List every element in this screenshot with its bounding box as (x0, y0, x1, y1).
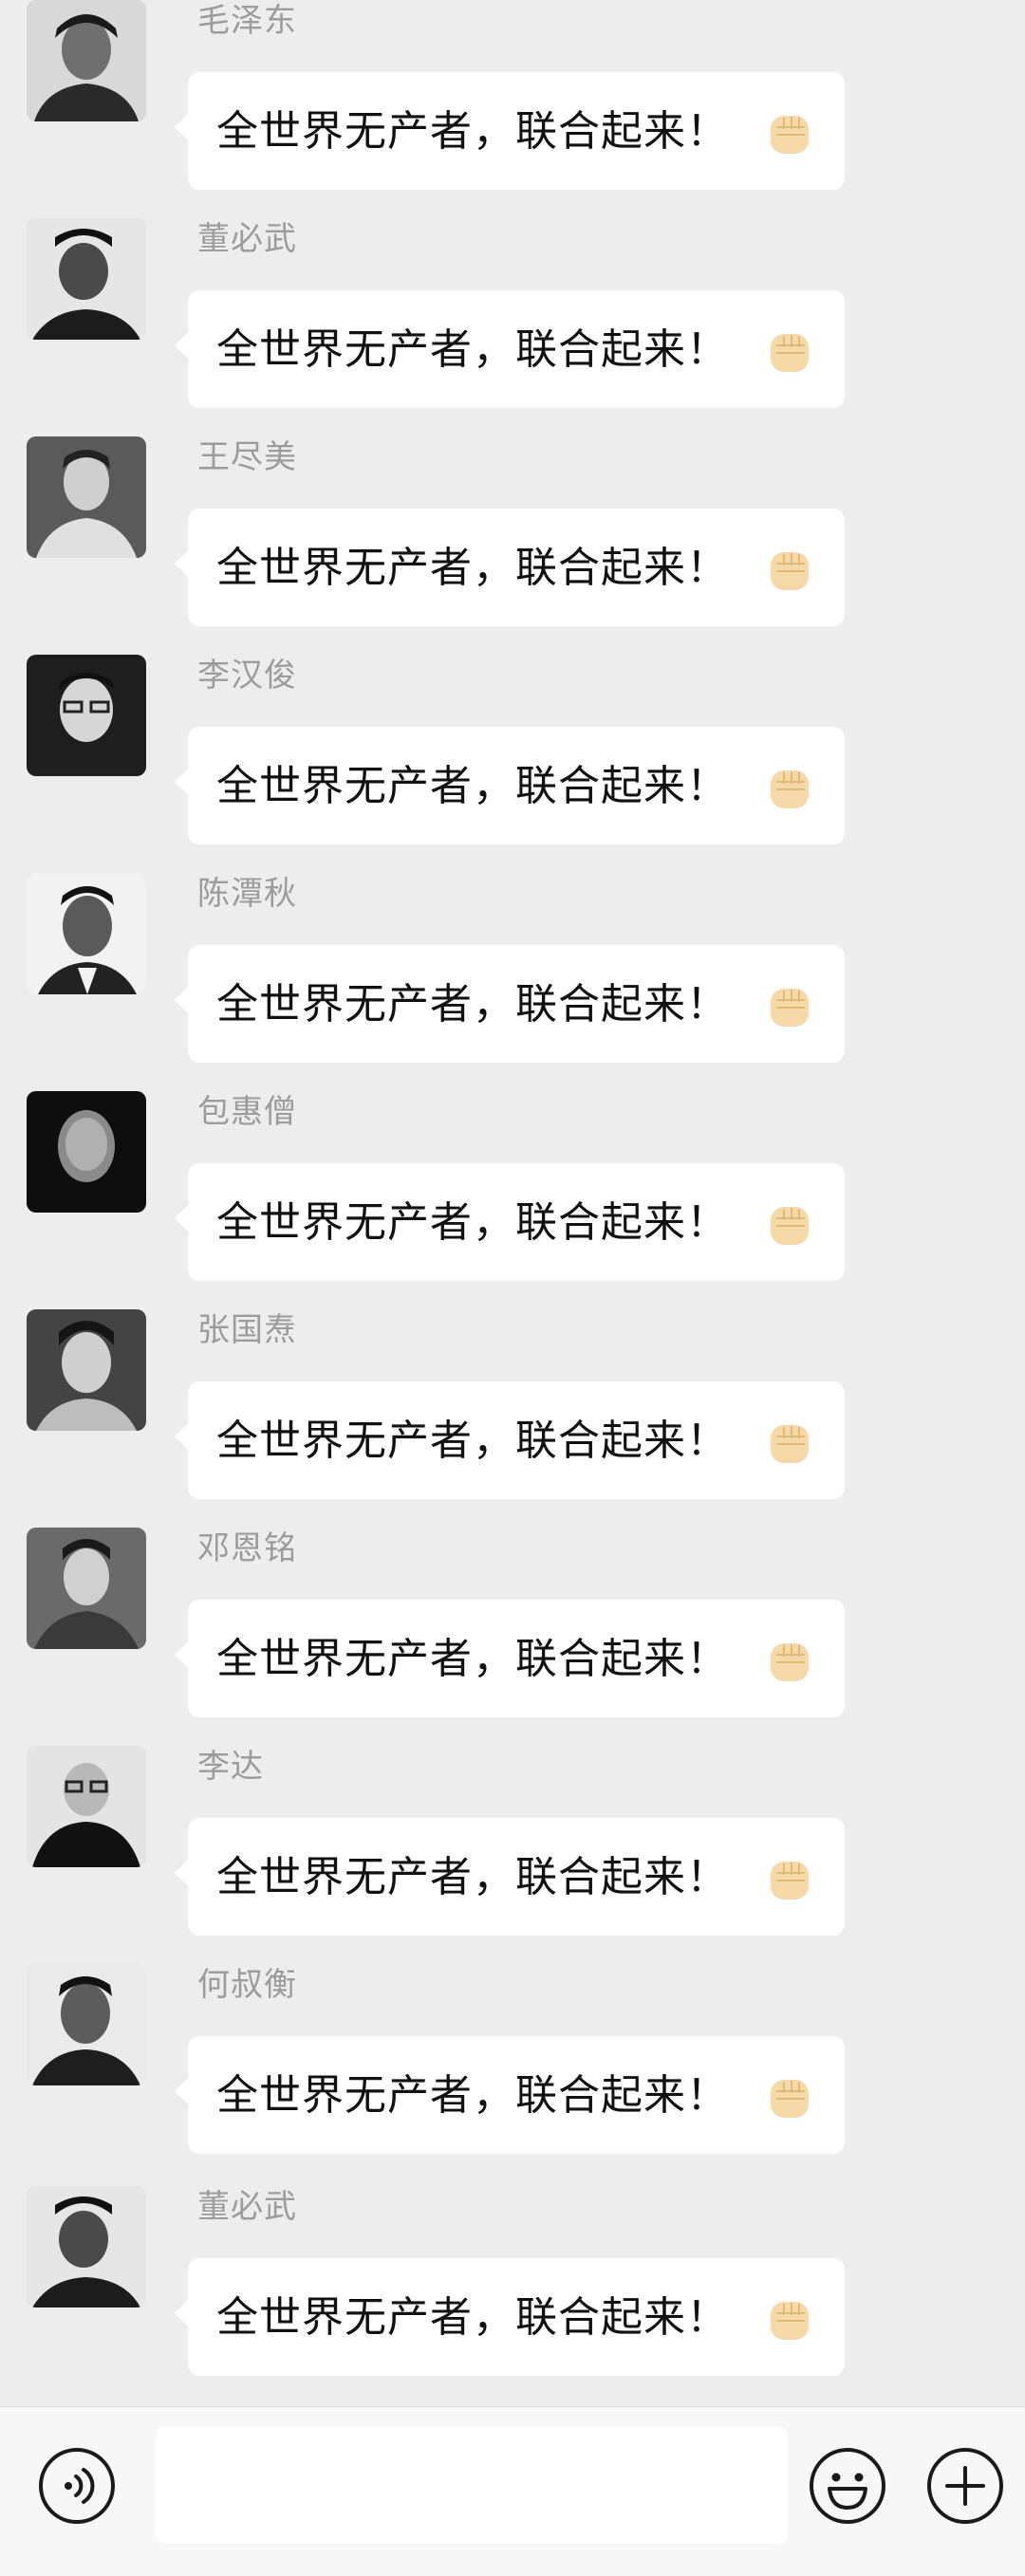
message-bubble[interactable]: 全世界无产者，联合起来！ (175, 509, 845, 626)
plus-icon[interactable] (924, 2445, 1006, 2527)
sender-avatar[interactable] (27, 1964, 146, 2085)
sender-avatar[interactable] (27, 1309, 146, 1431)
message-bubble[interactable]: 全世界无产者，联合起来！ (175, 1163, 845, 1281)
message-row: 何叔衡 全世界无产者，联合起来！ (0, 1964, 1025, 2182)
sender-name: 张国焘 (197, 1311, 297, 1349)
sender-name: 毛泽东 (197, 2, 297, 40)
sender-name: 董必武 (197, 220, 297, 258)
fist-icon (763, 1852, 816, 1905)
message-bubble[interactable]: 全世界无产者，联合起来！ (175, 727, 845, 844)
message-row: 李达 全世界无产者，联合起来！ (0, 1746, 1025, 1964)
voice-icon[interactable] (36, 2445, 118, 2527)
fist-icon (763, 979, 816, 1032)
message-row: 董必武 全世界无产者，联合起来！ (0, 218, 1025, 436)
message-bubble[interactable]: 全世界无产者，联合起来！ (175, 72, 845, 190)
sender-avatar[interactable] (27, 218, 146, 340)
message-row: 张国焘 全世界无产者，联合起来！ (0, 1309, 1025, 1528)
input-bar (0, 2406, 1025, 2576)
fist-icon (763, 1416, 816, 1469)
message-row: 李汉俊 全世界无产者，联合起来！ (0, 655, 1025, 873)
fist-icon (763, 2070, 816, 2123)
message-row: 董必武 全世界无产者，联合起来！ (0, 2186, 1025, 2404)
message-row: 邓恩铭 全世界无产者，联合起来！ (0, 1528, 1025, 1746)
message-text: 全世界无产者，联合起来！ (216, 544, 729, 592)
fist-icon (763, 761, 816, 814)
sender-name: 邓恩铭 (197, 1529, 297, 1567)
message-row: 陈潭秋 全世界无产者，联合起来！ (0, 873, 1025, 1091)
message-text: 全世界无产者，联合起来！ (216, 107, 729, 156)
message-input[interactable] (156, 2426, 788, 2544)
message-text: 全世界无产者，联合起来！ (216, 325, 729, 374)
sender-avatar[interactable] (27, 1528, 146, 1649)
sender-name: 李汉俊 (197, 657, 297, 695)
sender-avatar[interactable] (27, 2186, 146, 2307)
fist-icon (763, 1197, 816, 1251)
message-bubble[interactable]: 全世界无产者，联合起来！ (175, 2036, 845, 2154)
message-text: 全世界无产者，联合起来！ (216, 1853, 729, 1901)
sender-name: 陈潭秋 (197, 875, 297, 913)
sender-avatar[interactable] (27, 655, 146, 776)
sender-name: 李达 (197, 1748, 264, 1786)
message-text: 全世界无产者，联合起来！ (216, 1635, 729, 1683)
sender-avatar[interactable] (27, 0, 146, 121)
message-bubble[interactable]: 全世界无产者，联合起来！ (175, 945, 845, 1063)
sender-name: 何叔衡 (197, 1966, 297, 2004)
sender-avatar[interactable] (27, 436, 146, 558)
message-bubble[interactable]: 全世界无产者，联合起来！ (175, 1381, 845, 1499)
message-text: 全世界无产者，联合起来！ (216, 762, 729, 810)
message-bubble[interactable]: 全世界无产者，联合起来！ (175, 2258, 845, 2376)
message-row: 王尽美 全世界无产者，联合起来！ (0, 436, 1025, 655)
sender-name: 包惠僧 (197, 1093, 297, 1131)
message-bubble[interactable]: 全世界无产者，联合起来！ (175, 1600, 845, 1717)
message-text: 全世界无产者，联合起来！ (216, 1417, 729, 1465)
fist-icon (763, 543, 816, 596)
smiley-icon[interactable] (807, 2445, 888, 2527)
sender-name: 王尽美 (197, 438, 297, 476)
message-bubble[interactable]: 全世界无产者，联合起来！ (175, 1818, 845, 1936)
message-bubble[interactable]: 全世界无产者，联合起来！ (175, 290, 845, 408)
sender-avatar[interactable] (27, 873, 146, 994)
fist-icon (763, 106, 816, 159)
message-row: 毛泽东 全世界无产者，联合起来！ (0, 0, 1025, 218)
chat-message-list[interactable]: 毛泽东 全世界无产者，联合起来！ 董必武 全世界无产者，联合起来！ 王尽美 全世… (0, 0, 1025, 2406)
message-text: 全世界无产者，联合起来！ (216, 2293, 729, 2342)
fist-icon (763, 324, 816, 378)
sender-avatar[interactable] (27, 1091, 146, 1213)
sender-avatar[interactable] (27, 1746, 146, 1867)
sender-name: 董必武 (197, 2188, 297, 2226)
fist-icon (763, 1634, 816, 1687)
message-row: 包惠僧 全世界无产者，联合起来！ (0, 1091, 1025, 1309)
message-text: 全世界无产者，联合起来！ (216, 1198, 729, 1247)
message-text: 全世界无产者，联合起来！ (216, 980, 729, 1029)
message-text: 全世界无产者，联合起来！ (216, 2071, 729, 2120)
fist-icon (763, 2292, 816, 2345)
